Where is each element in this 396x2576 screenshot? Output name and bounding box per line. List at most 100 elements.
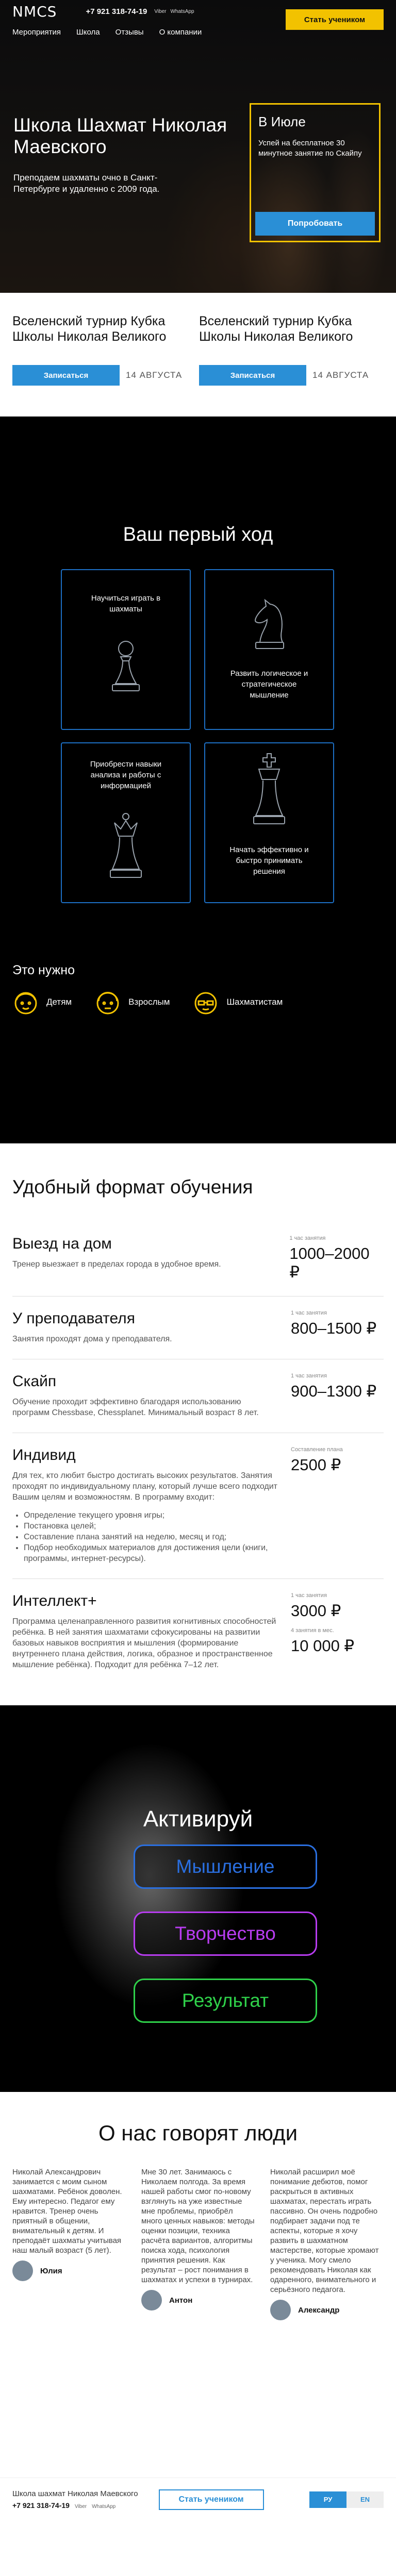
first-move-title: Ваш первый ход — [123, 524, 273, 545]
footer: Школа шахмат Николая Маевского +7 921 31… — [0, 2478, 396, 2521]
review-card: Мне 30 лет. Занимаюсь с Николаем полгода… — [141, 2167, 255, 2320]
reviews-section: О нас говорят люди Николай Александрович… — [0, 2092, 396, 2521]
child-face-icon — [14, 992, 37, 1015]
format-name: Индивид — [12, 1447, 76, 1464]
whatsapp-link[interactable]: WhatsApp — [170, 9, 194, 14]
goal-card: Развить логическое и стратегическое мышл… — [204, 569, 334, 730]
knight-icon — [255, 599, 284, 649]
language-switch: РУ EN — [309, 2491, 384, 2508]
list-item: Определение текущего уровня игры; — [24, 1510, 277, 1521]
format-item: Скайп Обучение проходит эффективно благод… — [12, 1359, 384, 1433]
audience-list: Детям Взрослым Шахматистам — [10, 987, 283, 1018]
price-caption: 1 час занятия — [291, 1310, 327, 1316]
audience-item-chessplayers: Шахматистам — [190, 987, 283, 1018]
nav-item-school[interactable]: Школа — [76, 28, 100, 37]
price-caption: 1 час занятия — [291, 1592, 327, 1599]
phone-link[interactable]: +7 921 318-74-19 — [86, 7, 147, 16]
review-text: Николай Александрович занимается с моим … — [12, 2168, 122, 2255]
goal-label: Научиться играть в шахматы — [91, 594, 161, 613]
format-list: Определение текущего уровня игры; Постан… — [12, 1510, 277, 1564]
nav-item-reviews[interactable]: Отзывы — [116, 28, 144, 37]
review-text: Мне 30 лет. Занимаюсь с Николаем полгода… — [141, 2168, 255, 2284]
messengers: Viber WhatsApp — [154, 9, 198, 14]
adult-face-icon — [96, 992, 119, 1015]
footer-whatsapp[interactable]: WhatsApp — [92, 2504, 116, 2509]
footer-viber[interactable]: Viber — [75, 2504, 87, 2509]
review-author: Александр — [270, 2300, 384, 2320]
format-desc: Программа целенаправленного развития ког… — [12, 1617, 276, 1669]
review-card: Николай расширил моё понимание дебютов, … — [270, 2167, 384, 2320]
reviews-title: О нас говорят люди — [98, 2121, 298, 2145]
price: 1000–2000 ₽ — [289, 1244, 370, 1281]
formats-section: Удобный формат обучения Выезд на дом Трен… — [0, 1143, 396, 1705]
audience-label: Шахматистам — [226, 997, 283, 1007]
logo[interactable]: NMCS — [12, 3, 57, 20]
tournament-card: Вселенский турнир Кубка Школы Николая Ве… — [197, 313, 384, 395]
footer-phone[interactable]: +7 921 318-74-19 — [12, 2501, 70, 2509]
pill-result[interactable]: Результат — [134, 1979, 317, 2023]
tournament-date: 14 АВГУСТА — [126, 370, 183, 380]
review-card: Николай Александрович занимается с моим … — [12, 2167, 126, 2320]
nav-item-events[interactable]: Мероприятия — [12, 28, 61, 37]
format-name: Интеллект+ — [12, 1592, 97, 1609]
footer-name: Школа шахмат Николая Маевского — [12, 2489, 138, 2498]
king-icon — [253, 753, 285, 824]
hero-subtitle: Преподаем шахматы очно в Санкт-Петербург… — [13, 173, 160, 194]
price-caption: 4 занятия в мес. — [291, 1627, 334, 1634]
first-move-section: Ваш первый ход Научиться играть в шахмат… — [0, 417, 396, 1143]
review-author: Юлия — [12, 2261, 126, 2281]
queen-icon — [110, 813, 142, 878]
lang-en-button[interactable]: EN — [346, 2491, 384, 2508]
reviews-list: Николай Александрович занимается с моим … — [12, 2167, 384, 2320]
list-item: Подбор необходимых материалов для достиж… — [24, 1542, 277, 1564]
become-student-button[interactable]: Стать учеником — [286, 9, 384, 30]
audience-item-adults: Взрослым — [92, 987, 170, 1018]
format-name: Выезд на дом — [12, 1235, 112, 1252]
price: 3000 ₽ — [291, 1602, 341, 1620]
format-desc: Обучение проходит эффективно благодаря и… — [12, 1398, 259, 1417]
promo-box: В Июле Успей на бесплатное 30 минутное з… — [250, 103, 381, 242]
pill-thinking[interactable]: Мышление — [134, 1844, 317, 1889]
review-text: Николай расширил моё понимание дебютов, … — [270, 2168, 379, 2294]
audience-title: Это нужно — [12, 963, 75, 977]
signup-button[interactable]: Записаться — [199, 365, 306, 386]
audience-label: Взрослым — [128, 997, 170, 1007]
list-item: Постановка целей; — [24, 1521, 277, 1532]
review-author: Антон — [141, 2290, 255, 2311]
tournament-title: Вселенский турнир Кубка Школы Николая Ве… — [199, 314, 353, 344]
pill-creativity[interactable]: Творчество — [134, 1912, 317, 1956]
goal-card: Начать эффективно и быстро принимать реш… — [204, 742, 334, 903]
goal-card: Научиться играть в шахматы — [61, 569, 191, 730]
format-name: У преподавателя — [12, 1310, 135, 1327]
lang-ru-button[interactable]: РУ — [309, 2491, 346, 2508]
author-name: Антон — [169, 2296, 193, 2305]
goal-card: Приобрести навыки анализа и работы с инф… — [61, 742, 191, 903]
price-caption: 1 час занятия — [289, 1235, 326, 1241]
price: 10 000 ₽ — [291, 1637, 355, 1655]
format-item: У преподавателя Занятия проходят дома у п… — [12, 1297, 384, 1359]
audience-label: Детям — [46, 997, 72, 1007]
hero-section: NMCS +7 921 318-74-19 Viber WhatsApp Стат… — [0, 0, 396, 293]
activate-title: Активируй — [143, 1806, 253, 1832]
price: 900–1300 ₽ — [291, 1382, 377, 1400]
promo-title: В Июле — [258, 114, 306, 129]
avatar — [12, 2261, 33, 2281]
signup-button[interactable]: Записаться — [12, 365, 120, 386]
format-name: Скайп — [12, 1373, 57, 1390]
price: 800–1500 ₽ — [291, 1319, 377, 1337]
goals-grid: Научиться играть в шахматы Развить логич… — [61, 569, 334, 1023]
promo-text: Успей на бесплатное 30 минутное занятие … — [258, 139, 362, 158]
footer-become-student-button[interactable]: Стать учеником — [158, 2489, 264, 2510]
try-button[interactable]: Попробовать — [255, 212, 375, 236]
avatar — [141, 2290, 162, 2311]
audience-item-children: Детям — [10, 987, 72, 1018]
format-desc: Для тех, кто любит быстро достигать высо… — [12, 1471, 277, 1502]
price-caption: Составление плана — [291, 1447, 343, 1453]
author-name: Александр — [298, 2305, 340, 2315]
format-item: Индивид Для тех, кто любит быстро достига… — [12, 1433, 384, 1579]
tournament-card: Вселенский турнир Кубка Школы Николая Ве… — [12, 313, 197, 395]
nav-item-about[interactable]: О компании — [159, 28, 202, 37]
viber-link[interactable]: Viber — [154, 9, 166, 14]
activate-section: Активируй Мышление Творчество Результат — [0, 1705, 396, 2092]
format-desc: Тренер выезжает в пределах города в удоб… — [12, 1260, 221, 1269]
